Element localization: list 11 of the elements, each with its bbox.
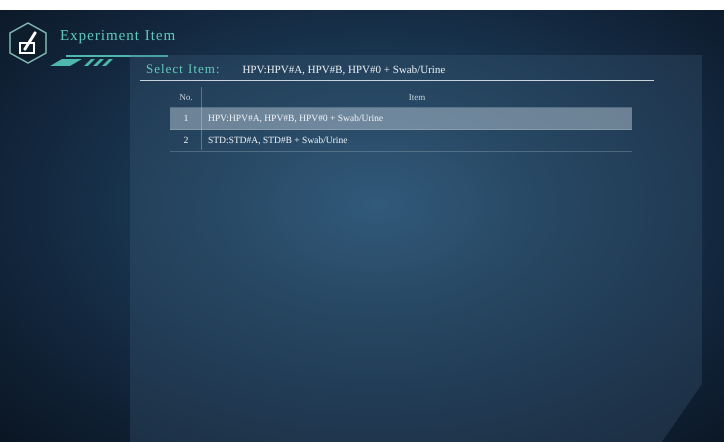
item-cell-text: STD:STD#A, STD#B + Swab/Urine: [207, 136, 348, 146]
item-cell-text: HPV:HPV#A, HPV#B, HPV#0 + Swab/Urine: [207, 114, 384, 124]
column-header: Item: [408, 91, 426, 104]
selected-item-value: HPV:HPV#A, HPV#B, HPV#0 + Swab/Urine: [242, 64, 446, 76]
column-header: No.: [178, 91, 194, 104]
table-row[interactable]: 2 STD:STD#A, STD#B + Swab/Urine: [170, 130, 632, 152]
brush-icon: [8, 21, 48, 65]
row-number: 2: [182, 136, 190, 146]
row-number: 1: [182, 114, 190, 124]
page-title: Experiment Item: [60, 28, 176, 44]
select-label: Select Item:: [146, 61, 220, 77]
